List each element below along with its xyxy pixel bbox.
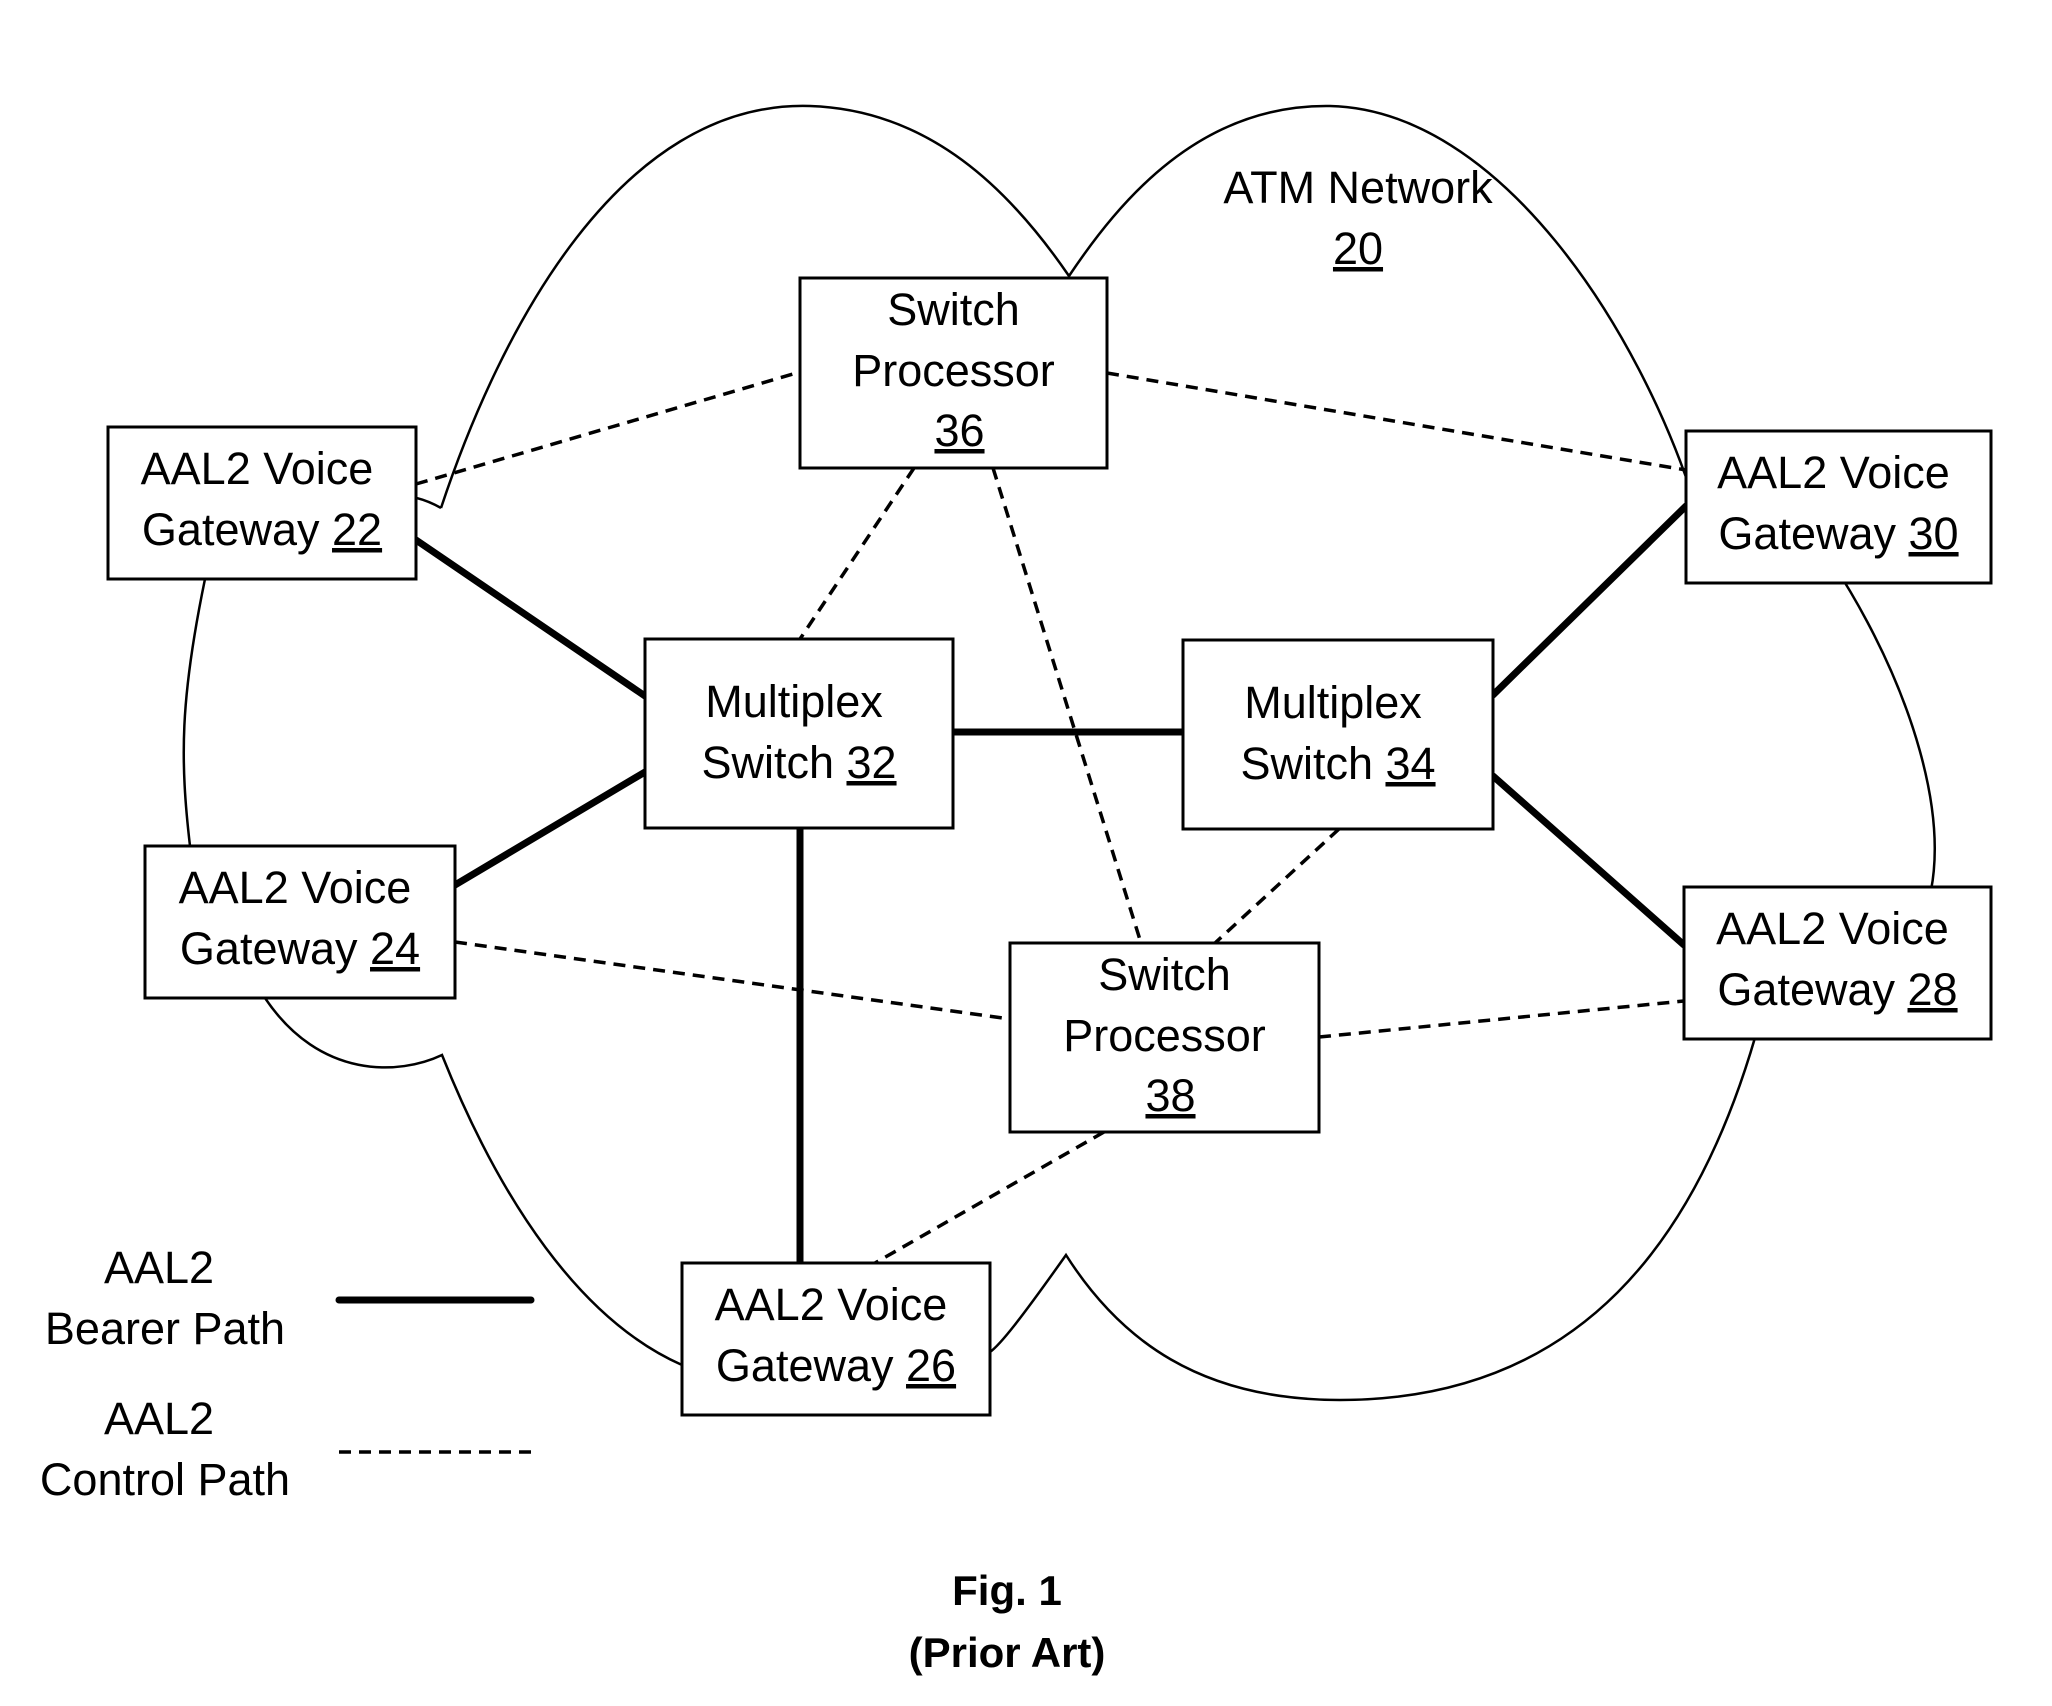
legend-bearer-line2: Bearer Path — [45, 1303, 285, 1354]
node-label-line: Gateway 22 — [142, 504, 382, 555]
control-path-sp38-gw26 — [874, 1130, 1105, 1265]
voice-gateway-24: AAL2 Voice Gateway 24 — [143, 844, 457, 1000]
node-label-line: Switch 32 — [701, 737, 896, 788]
node-label-line: Processor — [1063, 1010, 1266, 1061]
node-label-line: AAL2 Voice — [141, 443, 374, 494]
node-label-line: Gateway 24 — [180, 923, 420, 974]
bearer-path-mx34-gw28 — [1489, 772, 1688, 949]
network-diagram: AAL2 Voice Gateway 22 Switch Processor 36 AAL… — [40, 104, 1993, 1676]
node-ref: 24 — [370, 923, 420, 974]
node-ref: 38 — [1145, 1070, 1195, 1121]
figure-title: Fig. 1 — [952, 1567, 1062, 1614]
control-path-gw22-sp36 — [415, 370, 801, 486]
multiplex-switch-box — [1181, 638, 1495, 831]
nodes-layer: AAL2 Voice Gateway 22 Switch Processor 36 AAL… — [106, 276, 1993, 1417]
legend-control-line1: AAL2 — [104, 1393, 214, 1444]
voice-gateway-30: AAL2 Voice Gateway 30 — [1684, 429, 1993, 585]
multiplex-switch-34: Multiplex Switch 34 — [1181, 638, 1495, 831]
node-label-line: Gateway 26 — [716, 1340, 956, 1391]
control-path-mx34-sp38 — [1213, 827, 1341, 945]
bearer-path-mx34-gw30 — [1489, 502, 1690, 699]
multiplex-switch-box — [643, 637, 955, 830]
node-label-line: Processor — [852, 345, 1055, 396]
legend-control-line2: Control Path — [40, 1454, 290, 1505]
node-label-line: Switch 34 — [1240, 738, 1435, 789]
control-path-sp36-sp38 — [991, 467, 1143, 944]
node-label-line: Gateway 30 — [1718, 508, 1958, 559]
control-path-sp36-mx32 — [798, 467, 916, 640]
node-label-line: AAL2 Voice — [1717, 447, 1950, 498]
network-label: ATM Network — [1223, 162, 1493, 213]
legend-bearer-line1: AAL2 — [104, 1242, 214, 1293]
control-path-sp38-gw28 — [1318, 999, 1685, 1039]
node-label-line: Gateway 28 — [1717, 964, 1957, 1015]
figure-subtitle: (Prior Art) — [909, 1629, 1106, 1676]
switch-processor-38: Switch Processor 38 — [1008, 941, 1321, 1134]
node-ref: 22 — [332, 504, 382, 555]
node-label-line: AAL2 Voice — [1716, 903, 1949, 954]
switch-processor-36: Switch Processor 36 — [798, 276, 1109, 470]
node-label-line: Multiplex — [705, 676, 883, 727]
node-ref: 30 — [1909, 508, 1959, 559]
voice-gateway-28: AAL2 Voice Gateway 28 — [1682, 885, 1993, 1041]
bearer-path-gw24-mx32 — [451, 768, 649, 889]
multiplex-switch-32: Multiplex Switch 32 — [643, 637, 955, 830]
node-ref: 32 — [846, 737, 896, 788]
node-label-line: AAL2 Voice — [179, 862, 412, 913]
legend: AAL2 Bearer Path AAL2 Control Path — [40, 1242, 535, 1505]
node-label-line: Multiplex — [1244, 677, 1422, 728]
node-ref: 26 — [906, 1340, 956, 1391]
node-ref: 36 — [934, 405, 984, 456]
node-ref: 34 — [1385, 738, 1435, 789]
voice-gateway-26: AAL2 Voice Gateway 26 — [680, 1261, 992, 1417]
node-ref: 28 — [1908, 964, 1958, 1015]
node-label-line: AAL2 Voice — [715, 1279, 948, 1330]
node-label-line: Switch — [887, 284, 1020, 335]
control-path-sp36-gw30 — [1106, 371, 1687, 472]
bearer-path-gw22-mx32 — [412, 536, 649, 700]
network-ref: 20 — [1333, 223, 1383, 274]
voice-gateway-22: AAL2 Voice Gateway 22 — [106, 425, 418, 581]
node-label-line: Switch — [1098, 949, 1231, 1000]
control-path-gw24-sp38 — [454, 940, 1011, 1021]
